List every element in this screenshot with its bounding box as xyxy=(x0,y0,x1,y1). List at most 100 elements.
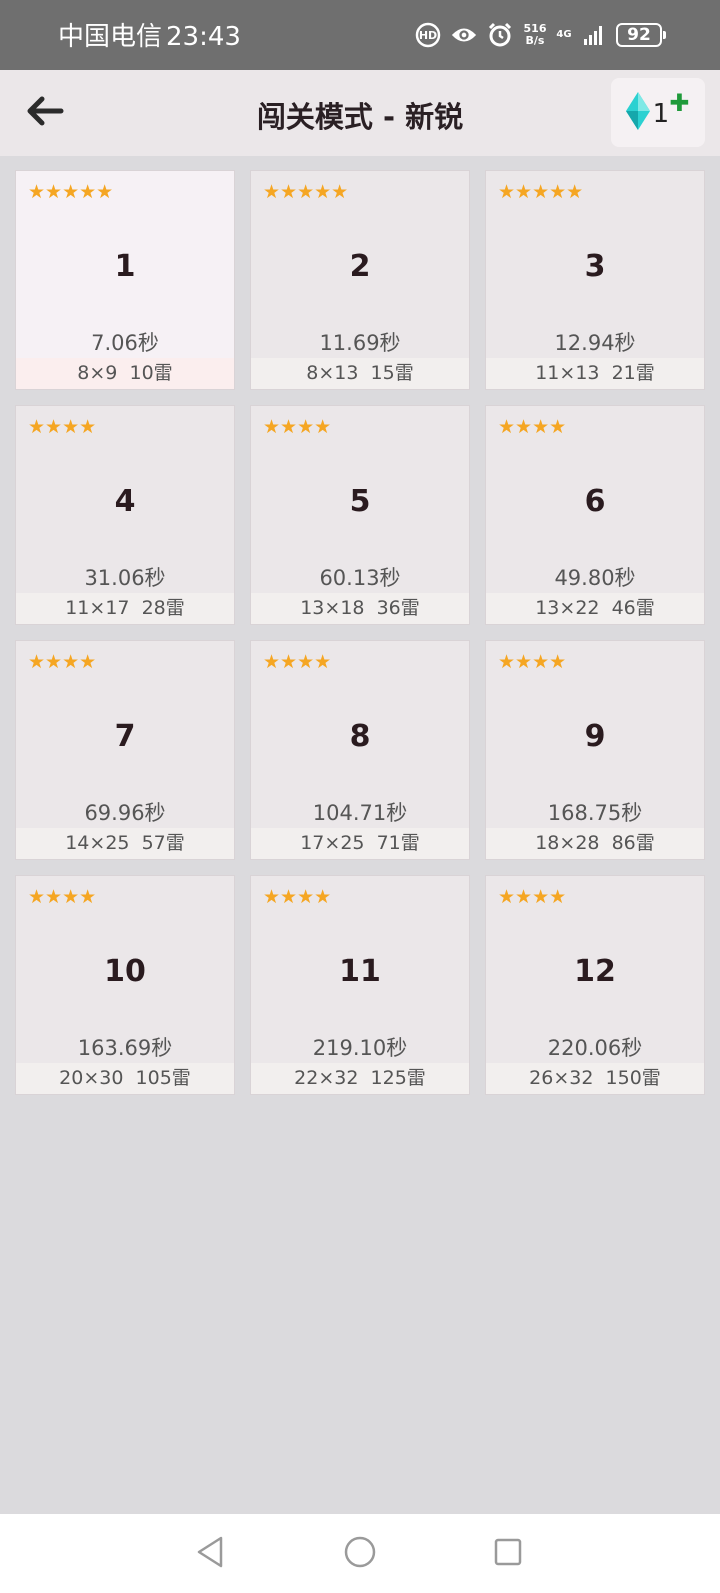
gem-counter[interactable]: 1 ✚ xyxy=(611,78,705,147)
diamond-icon xyxy=(625,91,651,135)
level-number: 1 xyxy=(114,249,136,284)
level-card-4[interactable]: ★★★★ 4 31.06秒 11×17 28雷 xyxy=(15,405,235,625)
level-best-time: 219.10秒 xyxy=(312,1036,408,1060)
level-card-12[interactable]: ★★★★ 12 220.06秒 26×32 150雷 xyxy=(485,875,705,1095)
network-type: 4G xyxy=(556,29,572,40)
mine-count: 10雷 xyxy=(129,362,173,384)
level-card-5[interactable]: ★★★★ 5 60.13秒 13×18 36雷 xyxy=(250,405,470,625)
level-meta: 26×32 150雷 xyxy=(486,1063,704,1094)
level-best-time: 60.13秒 xyxy=(319,566,401,590)
stars-rating: ★★★★ xyxy=(263,651,332,673)
level-number: 12 xyxy=(574,954,616,989)
status-right: HD 516 B/s 4G 92 xyxy=(414,20,666,50)
clock: 23:43 xyxy=(166,22,241,52)
board-size: 8×9 xyxy=(77,362,118,384)
mine-count: 21雷 xyxy=(611,362,655,384)
nav-recents-button[interactable] xyxy=(488,1534,528,1574)
svg-text:HD: HD xyxy=(419,29,437,42)
stars-rating: ★★★★ xyxy=(28,416,97,438)
level-best-time: 104.71秒 xyxy=(312,801,408,825)
mine-count: 105雷 xyxy=(135,1067,191,1089)
level-meta: 22×32 125雷 xyxy=(251,1063,469,1094)
stars-rating: ★★★★ xyxy=(28,886,97,908)
board-size: 20×30 xyxy=(59,1067,124,1089)
stars-rating: ★★★★ xyxy=(28,651,97,673)
board-size: 8×13 xyxy=(306,362,359,384)
level-best-time: 12.94秒 xyxy=(554,331,636,355)
board-size: 22×32 xyxy=(294,1067,359,1089)
level-meta: 8×9 10雷 xyxy=(16,358,234,389)
stars-rating: ★★★★★ xyxy=(263,181,349,203)
level-card-8[interactable]: ★★★★ 8 104.71秒 17×25 71雷 xyxy=(250,640,470,860)
mine-count: 46雷 xyxy=(611,597,655,619)
board-size: 13×18 xyxy=(300,597,365,619)
level-best-time: 69.96秒 xyxy=(84,801,166,825)
level-number: 9 xyxy=(584,719,606,754)
level-card-7[interactable]: ★★★★ 7 69.96秒 14×25 57雷 xyxy=(15,640,235,860)
level-card-10[interactable]: ★★★★ 10 163.69秒 20×30 105雷 xyxy=(15,875,235,1095)
level-number: 4 xyxy=(114,484,136,519)
mine-count: 57雷 xyxy=(141,832,185,854)
nav-home-button[interactable] xyxy=(340,1534,380,1574)
level-meta: 8×13 15雷 xyxy=(251,358,469,389)
level-card-2[interactable]: ★★★★★ 2 11.69秒 8×13 15雷 xyxy=(250,170,470,390)
board-size: 11×13 xyxy=(535,362,600,384)
signal-icon xyxy=(580,21,608,49)
level-grid: ★★★★★ 1 7.06秒 8×9 10雷 ★★★★★ 2 11.69秒 8×1… xyxy=(15,170,705,1095)
level-best-time: 31.06秒 xyxy=(84,566,166,590)
alarm-icon xyxy=(486,21,514,49)
level-meta: 14×25 57雷 xyxy=(16,828,234,859)
app-header: 闯关模式 - 新锐 1 ✚ xyxy=(0,70,720,156)
level-number: 3 xyxy=(584,249,606,284)
stars-rating: ★★★★ xyxy=(498,651,567,673)
stars-rating: ★★★★ xyxy=(498,886,567,908)
level-meta: 11×17 28雷 xyxy=(16,593,234,624)
mine-count: 71雷 xyxy=(376,832,420,854)
board-size: 18×28 xyxy=(535,832,600,854)
square-recents-icon xyxy=(493,1537,523,1571)
level-card-3[interactable]: ★★★★★ 3 12.94秒 11×13 21雷 xyxy=(485,170,705,390)
level-best-time: 49.80秒 xyxy=(554,566,636,590)
level-best-time: 7.06秒 xyxy=(91,331,159,355)
level-number: 10 xyxy=(104,954,146,989)
level-meta: 11×13 21雷 xyxy=(486,358,704,389)
level-card-9[interactable]: ★★★★ 9 168.75秒 18×28 86雷 xyxy=(485,640,705,860)
level-best-time: 11.69秒 xyxy=(319,331,401,355)
level-number: 5 xyxy=(349,484,371,519)
plus-icon: ✚ xyxy=(669,88,690,117)
mine-count: 150雷 xyxy=(605,1067,661,1089)
circle-home-icon xyxy=(343,1535,377,1573)
level-card-1[interactable]: ★★★★★ 1 7.06秒 8×9 10雷 xyxy=(15,170,235,390)
board-size: 26×32 xyxy=(529,1067,594,1089)
mine-count: 86雷 xyxy=(611,832,655,854)
level-meta: 13×22 46雷 xyxy=(486,593,704,624)
level-card-11[interactable]: ★★★★ 11 219.10秒 22×32 125雷 xyxy=(250,875,470,1095)
level-number: 7 xyxy=(114,719,136,754)
mine-count: 125雷 xyxy=(370,1067,426,1089)
stars-rating: ★★★★ xyxy=(498,416,567,438)
triangle-back-icon xyxy=(195,1535,225,1573)
level-meta: 18×28 86雷 xyxy=(486,828,704,859)
level-number: 2 xyxy=(349,249,371,284)
hd-call-icon: HD xyxy=(414,21,442,49)
net-speed-unit: B/s xyxy=(525,34,545,47)
stars-rating: ★★★★ xyxy=(263,416,332,438)
eye-icon xyxy=(450,21,478,49)
level-number: 6 xyxy=(584,484,606,519)
level-best-time: 168.75秒 xyxy=(547,801,643,825)
mine-count: 36雷 xyxy=(376,597,420,619)
level-meta: 13×18 36雷 xyxy=(251,593,469,624)
battery-indicator: 92 xyxy=(616,23,666,47)
board-size: 14×25 xyxy=(65,832,130,854)
nav-back-button[interactable] xyxy=(190,1534,230,1574)
stars-rating: ★★★★★ xyxy=(28,181,114,203)
mine-count: 15雷 xyxy=(370,362,414,384)
mine-count: 28雷 xyxy=(141,597,185,619)
status-left: 中国电信 23:43 xyxy=(58,16,241,53)
level-number: 11 xyxy=(339,954,381,989)
stars-rating: ★★★★★ xyxy=(498,181,584,203)
level-meta: 17×25 71雷 xyxy=(251,828,469,859)
status-bar: 中国电信 23:43 HD 516 B/s 4G 92 xyxy=(0,0,720,70)
level-card-6[interactable]: ★★★★ 6 49.80秒 13×22 46雷 xyxy=(485,405,705,625)
net-speed: 516 B/s xyxy=(522,23,548,47)
